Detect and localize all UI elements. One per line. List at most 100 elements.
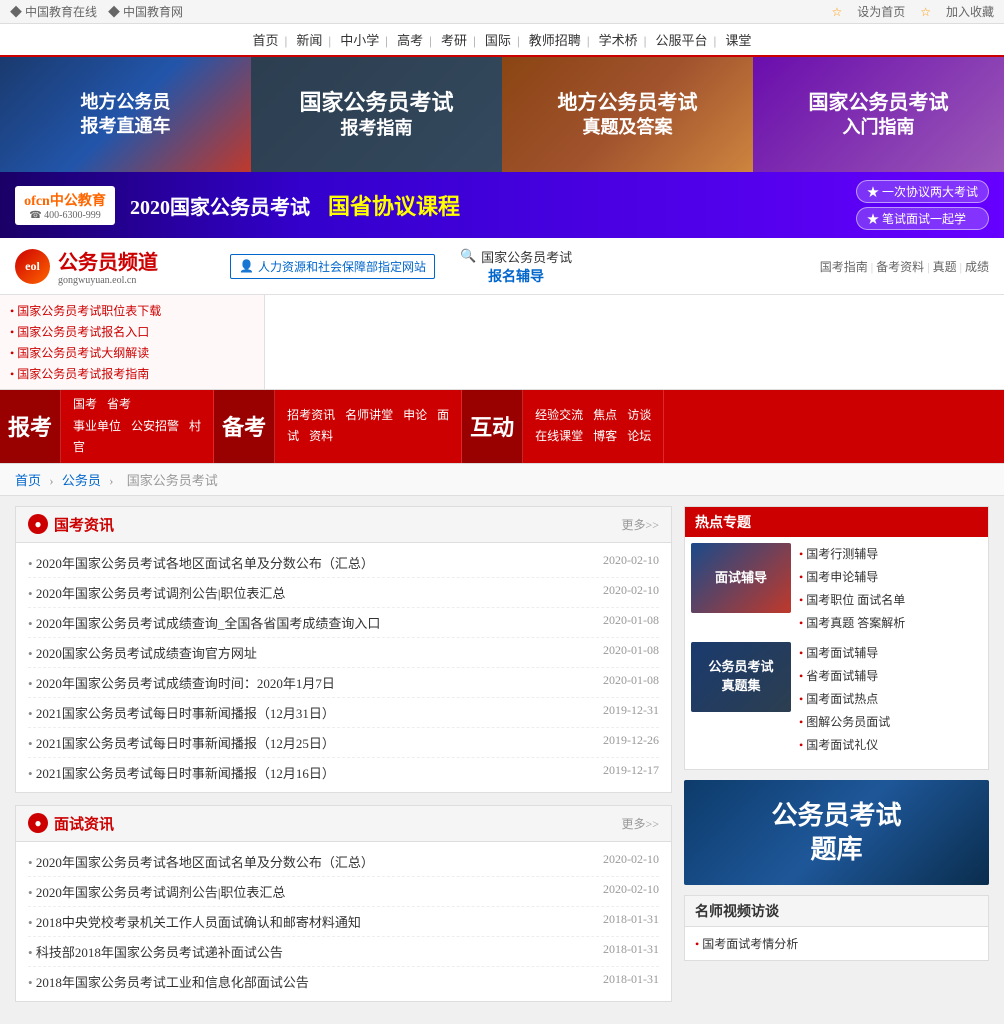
ms-link-3[interactable]: 科技部2018年国家公务员考试递补面试公告 <box>28 942 577 961</box>
ms-date-0: 2020-02-10 <box>577 852 659 871</box>
set-homepage[interactable]: 设为首页 <box>857 5 905 19</box>
qbank-banner[interactable]: 公务员考试 题库 <box>684 780 989 885</box>
video-link-1[interactable]: 国考面试考情分析 <box>695 933 978 954</box>
nav-cun[interactable]: 村 <box>189 416 201 438</box>
qlink-3[interactable]: • 国家公务员考试大纲解读 <box>10 342 254 363</box>
mianshi-title: ● 面试资讯 <box>28 813 114 834</box>
ms-link-2[interactable]: 2018中央党校考录机关工作人员面试确认和邮寄材料通知 <box>28 912 577 931</box>
nav-zaixianketang[interactable]: 在线课堂 <box>535 426 583 448</box>
link-guokao-guide[interactable]: 国考指南 <box>820 260 868 274</box>
top-bar-link2[interactable]: ◆ 中国教育网 <box>108 5 183 19</box>
hot-link-tujie-ms[interactable]: 图解公务员面试 <box>799 711 890 734</box>
nav-k12[interactable]: 中小学 <box>340 33 379 48</box>
nav-jiaodian[interactable]: 焦点 <box>593 405 617 427</box>
breadcrumb-gwy[interactable]: 公务员 <box>62 473 101 488</box>
search-icon: 🔍 <box>460 248 476 264</box>
news-link-3[interactable]: 2020国家公务员考试成绩查询官方网址 <box>28 643 577 662</box>
link-beikao-material[interactable]: 备考资料 <box>876 260 924 274</box>
qlink-2[interactable]: • 国家公务员考试报名入口 <box>10 321 254 342</box>
news-item-7: 2021国家公务员考试每日时事新闻播报（12月16日） 2019-12-17 <box>28 758 659 787</box>
nav-gaokao[interactable]: 高考 <box>397 33 423 48</box>
news-link-7[interactable]: 2021国家公务员考试每日时事新闻播报（12月16日） <box>28 763 577 782</box>
banner-3[interactable]: 地方公务员考试 真题及答案 <box>502 57 753 172</box>
qlink-4[interactable]: • 国家公务员考试报考指南 <box>10 363 254 384</box>
banner-4[interactable]: 国家公务员考试 入门指南 <box>753 57 1004 172</box>
nav-zhaokao[interactable]: 招考资讯 <box>287 405 335 427</box>
nav-gonganjing[interactable]: 公安招警 <box>131 416 179 438</box>
ms-link-0[interactable]: 2020年国家公务员考试各地区面试名单及分数公布（汇总） <box>28 852 577 871</box>
news-link-6[interactable]: 2021国家公务员考试每日时事新闻播报（12月25日） <box>28 733 577 752</box>
hot-link-guokao-zhenti[interactable]: 国考真题 答案解析 <box>799 612 905 635</box>
nav-teacher[interactable]: 教师招聘 <box>529 33 581 48</box>
nav-international[interactable]: 国际 <box>485 33 511 48</box>
hot-thumb-1[interactable]: 面试辅导 <box>691 543 791 613</box>
nav-fangtan[interactable]: 访谈 <box>627 405 651 427</box>
hot-link-guokao-ms-hot[interactable]: 国考面试热点 <box>799 688 890 711</box>
top-bar-link1[interactable]: ◆ 中国教育在线 <box>10 5 97 19</box>
news-link-0[interactable]: 2020年国家公务员考试各地区面试名单及分数公布（汇总） <box>28 553 577 572</box>
nav-shengkao[interactable]: 省考 <box>107 394 131 416</box>
nav-classroom[interactable]: 课堂 <box>725 33 751 48</box>
qbank-text: 公务员考试 题库 <box>771 799 901 867</box>
hot-link-shengkao-ms[interactable]: 省考面试辅导 <box>799 665 890 688</box>
nav-guokao[interactable]: 国考 <box>73 394 97 416</box>
hot-link-guokao-ms[interactable]: 国考面试辅导 <box>799 642 890 665</box>
nav-shi[interactable]: 试 <box>287 426 299 448</box>
news-item-3: 2020国家公务员考试成绩查询官方网址 2020-01-08 <box>28 638 659 668</box>
baoming-link[interactable]: 报名辅导 <box>488 266 544 286</box>
banner-row: 地方公务员 报考直通车 国家公务员考试 报考指南 地方公务员考试 真题及答案 国… <box>0 57 1004 172</box>
nav-shenlun[interactable]: 申论 <box>403 405 427 427</box>
top-bar-right: ☆ 设为首页 ☆ 加入收藏 <box>819 3 994 20</box>
nav-row1: 国考 省考 <box>73 394 201 416</box>
nav-gongfu[interactable]: 公服平台 <box>656 33 708 48</box>
hot-link-guokao-zhiwei[interactable]: 国考职位 面试名单 <box>799 589 905 612</box>
news-date-3: 2020-01-08 <box>577 643 659 662</box>
hot-pair-1: 面试辅导 国考行测辅导 国考申论辅导 国考职位 面试名单 国考真题 答案解析 <box>691 543 982 636</box>
mianshi-more[interactable]: 更多>> <box>621 815 659 832</box>
nav-shiyedanwei[interactable]: 事业单位 <box>73 416 121 438</box>
nav-xueqiao[interactable]: 学术桥 <box>599 33 638 48</box>
nav-home[interactable]: 首页 <box>253 33 279 48</box>
nav-luntan[interactable]: 论坛 <box>627 426 651 448</box>
site-logo: eol 公务员频道 gongwuyuan.eol.cn <box>15 246 215 286</box>
qlink-1[interactable]: • 国家公务员考试职位表下载 <box>10 300 254 321</box>
link-zhenti[interactable]: 真题 <box>933 260 957 274</box>
hot-topics-section: 热点专题 面试辅导 国考行测辅导 国考申论辅导 国考职位 面试名单 国考真题 答… <box>684 506 989 771</box>
nav-kaoyan[interactable]: 考研 <box>441 33 467 48</box>
hot-thumb-2[interactable]: 公务员考试 真题集 <box>691 642 791 712</box>
ms-link-4[interactable]: 2018年国家公务员考试工业和信息化部面试公告 <box>28 972 577 991</box>
nav-mingshi[interactable]: 名师讲堂 <box>345 405 393 427</box>
nav-jingyan[interactable]: 经验交流 <box>535 405 583 427</box>
guokao-more[interactable]: 更多>> <box>621 516 659 533</box>
banner-1[interactable]: 地方公务员 报考直通车 <box>0 57 251 172</box>
ms-link-1[interactable]: 2020年国家公务员考试调剂公告|职位表汇总 <box>28 882 577 901</box>
ad-banner[interactable]: ofcn中公教育 ☎ 400-6300-999 2020国家公务员考试 国省协议… <box>0 172 1004 238</box>
sidebar-quicklinks-row: • 国家公务员考试职位表下载 • 国家公务员考试报名入口 • 国家公务员考试大纲… <box>0 295 1004 390</box>
nav-mianshi[interactable]: 面 <box>437 405 449 427</box>
hot-link-guokao-shenlun[interactable]: 国考申论辅导 <box>799 566 905 589</box>
news-link-4[interactable]: 2020年国家公务员考试成绩查询时间：2020年1月7日 <box>28 673 577 692</box>
banner-2[interactable]: 国家公务员考试 报考指南 <box>251 57 502 172</box>
add-favorites[interactable]: 加入收藏 <box>946 5 994 19</box>
auth-badge: 👤 人力资源和社会保障部指定网站 <box>230 254 435 279</box>
news-item-2: 2020年国家公务员考试成绩查询_全国各省国考成绩查询入口 2020-01-08 <box>28 608 659 638</box>
news-link-1[interactable]: 2020年国家公务员考试调剂公告|职位表汇总 <box>28 583 577 602</box>
nav-guan[interactable]: 官 <box>73 437 85 459</box>
hot-link-guokao-xingce[interactable]: 国考行测辅导 <box>799 543 905 566</box>
nav-beikao-row1: 招考资讯 名师讲堂 申论 面 <box>287 405 449 427</box>
news-date-6: 2019-12-26 <box>577 733 659 752</box>
ms-date-4: 2018-01-31 <box>577 972 659 991</box>
breadcrumb-home[interactable]: 首页 <box>15 473 41 488</box>
nav-boke[interactable]: 博客 <box>593 426 617 448</box>
news-link-5[interactable]: 2021国家公务员考试每日时事新闻播报（12月31日） <box>28 703 577 722</box>
nav-news[interactable]: 新闻 <box>296 33 322 48</box>
news-date-0: 2020-02-10 <box>577 553 659 572</box>
nav-beikao-row2: 试 资料 <box>287 426 449 448</box>
nav-row2: 事业单位 公安招警 村 <box>73 416 201 438</box>
ms-item-1: 2020年国家公务员考试调剂公告|职位表汇总 2020-02-10 <box>28 877 659 907</box>
nav-ziliao[interactable]: 资料 <box>309 426 333 448</box>
guokao-body: 2020年国家公务员考试各地区面试名单及分数公布（汇总） 2020-02-10 … <box>16 543 671 792</box>
link-chengji[interactable]: 成绩 <box>965 260 989 274</box>
news-link-2[interactable]: 2020年国家公务员考试成绩查询_全国各省国考成绩查询入口 <box>28 613 577 632</box>
hot-link-guokao-etiquette[interactable]: 国考面试礼仪 <box>799 734 890 757</box>
